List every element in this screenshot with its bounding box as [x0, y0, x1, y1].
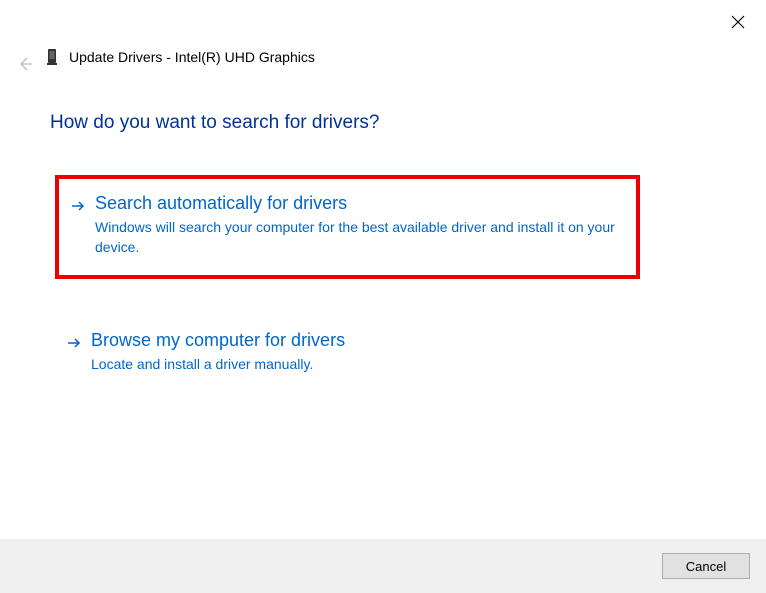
device-icon: [45, 48, 59, 66]
option-description: Locate and install a driver manually.: [91, 355, 628, 375]
arrow-right-icon: [67, 336, 81, 355]
dialog-title: Update Drivers - Intel(R) UHD Graphics: [69, 49, 315, 65]
option-search-automatically[interactable]: Search automatically for drivers Windows…: [55, 175, 640, 279]
cancel-button[interactable]: Cancel: [662, 553, 750, 579]
option-browse-computer[interactable]: Browse my computer for drivers Locate an…: [55, 316, 640, 393]
question-heading: How do you want to search for drivers?: [50, 112, 380, 134]
arrow-right-icon: [71, 199, 85, 218]
dialog-header: Update Drivers - Intel(R) UHD Graphics: [45, 48, 315, 66]
option-description: Windows will search your computer for th…: [95, 218, 624, 257]
option-title: Browse my computer for drivers: [91, 330, 628, 351]
dialog-footer: Cancel: [0, 539, 766, 593]
back-arrow-icon: [17, 56, 33, 72]
option-title: Search automatically for drivers: [95, 193, 624, 214]
close-button[interactable]: [728, 12, 748, 32]
back-button[interactable]: [15, 54, 35, 74]
close-icon: [731, 15, 745, 29]
